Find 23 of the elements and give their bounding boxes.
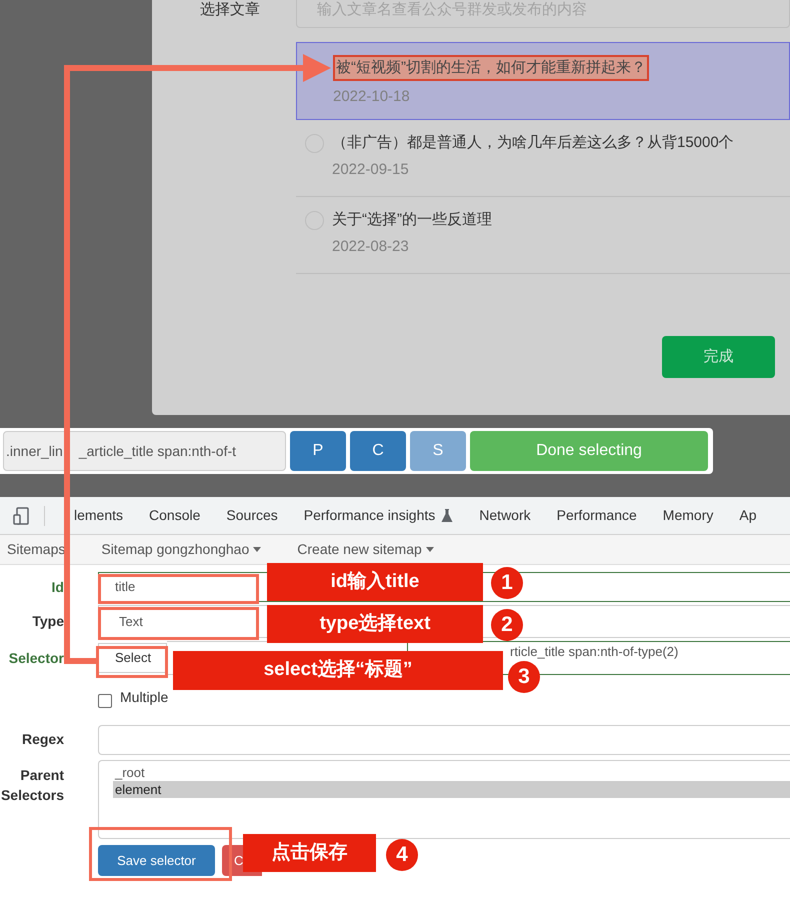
- article-title: 被“短视频”切割的生活，如何才能重新拼起来？: [333, 55, 649, 81]
- callout-tooltip: select选择“标题”: [173, 651, 503, 690]
- step-number: 2: [491, 609, 523, 641]
- selector-text: _article_title span:nth-of-t: [78, 442, 236, 461]
- article-title: （非广告）都是普通人，为啥几年后差这么多？从背15000个: [332, 133, 734, 153]
- field-label: Parent Selectors: [0, 766, 64, 805]
- callout-tooltip: type选择text: [267, 605, 483, 643]
- field-label: Id: [50, 578, 64, 596]
- callout-tooltip: id输入title: [267, 563, 483, 601]
- article-date: 2022-08-23: [332, 237, 410, 257]
- field-label: Type: [31, 612, 64, 631]
- article-date: 2022-09-15: [332, 160, 410, 180]
- field-label: Regex: [20, 730, 64, 749]
- field-label: 选择文章: [199, 0, 261, 20]
- field-label: Selector: [8, 648, 64, 668]
- step-number: 3: [508, 661, 540, 693]
- callout-tooltip: 点击保存: [243, 834, 376, 872]
- checkbox-label: Multiple: [120, 688, 168, 707]
- selector-text: .inner_lin: [6, 442, 63, 461]
- step-number: 1: [491, 567, 523, 599]
- article-date: 2022-10-18: [333, 87, 411, 107]
- step-number: 4: [386, 839, 418, 871]
- article-title: 关于“选择”的一些反道理: [332, 210, 492, 230]
